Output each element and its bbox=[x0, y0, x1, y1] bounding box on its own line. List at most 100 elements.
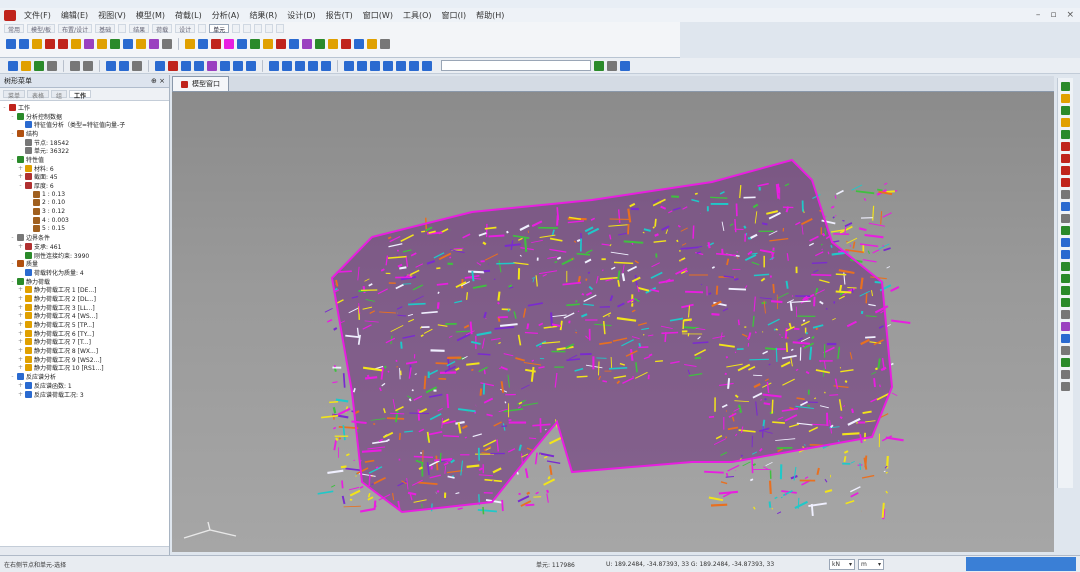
model-member[interactable] bbox=[683, 318, 692, 322]
model-member[interactable] bbox=[793, 466, 797, 481]
menu-file[interactable]: 文件(F) bbox=[22, 10, 53, 21]
model-member[interactable] bbox=[387, 370, 390, 373]
tree-node[interactable]: + 静力荷载工况 9 [WS2...] bbox=[2, 355, 169, 364]
tree-expander-icon[interactable]: + bbox=[18, 356, 23, 363]
view-tool-icon[interactable] bbox=[1061, 106, 1070, 115]
tree-expander-icon[interactable]: + bbox=[18, 165, 23, 172]
view-tool-icon[interactable] bbox=[1061, 226, 1070, 235]
model-member[interactable] bbox=[576, 375, 588, 378]
tree-expander-icon[interactable]: - bbox=[10, 156, 15, 163]
model-member[interactable] bbox=[835, 290, 852, 294]
model-member[interactable] bbox=[524, 331, 538, 335]
toolbar-tool-icon[interactable] bbox=[269, 60, 279, 71]
model-member[interactable] bbox=[621, 273, 626, 282]
view-tool-icon[interactable] bbox=[1061, 322, 1070, 331]
model-member[interactable] bbox=[523, 238, 528, 252]
model-member[interactable] bbox=[763, 402, 771, 406]
model-member[interactable] bbox=[821, 232, 826, 237]
model-member[interactable] bbox=[708, 496, 724, 502]
model-member[interactable] bbox=[775, 347, 778, 362]
tree-node[interactable]: + 截面: 45 bbox=[2, 173, 169, 181]
ribbon-tool-icon[interactable] bbox=[328, 39, 338, 49]
view-tool-icon[interactable] bbox=[1061, 310, 1070, 319]
view-tool-icon[interactable] bbox=[1061, 382, 1070, 391]
model-member[interactable] bbox=[832, 216, 835, 219]
model-member[interactable] bbox=[664, 332, 667, 342]
model-member[interactable] bbox=[692, 225, 695, 239]
tree-expander-icon[interactable]: - bbox=[10, 278, 15, 285]
model-member[interactable] bbox=[864, 455, 868, 468]
model-member[interactable] bbox=[577, 276, 581, 283]
model-member[interactable] bbox=[749, 478, 754, 482]
model-member[interactable] bbox=[335, 437, 339, 442]
ribbon-tab-14[interactable] bbox=[276, 24, 285, 33]
view-tool-icon[interactable] bbox=[1061, 154, 1070, 163]
model-member[interactable] bbox=[366, 374, 370, 378]
model-member[interactable] bbox=[343, 505, 361, 508]
model-member[interactable] bbox=[435, 362, 448, 365]
model-member[interactable] bbox=[396, 366, 399, 368]
model-member[interactable] bbox=[355, 475, 357, 477]
ribbon-tool-icon[interactable] bbox=[6, 39, 16, 49]
model-member[interactable] bbox=[349, 489, 361, 497]
tree-expander-icon[interactable]: + bbox=[18, 382, 23, 389]
toolbar-tool-icon[interactable] bbox=[8, 60, 18, 71]
toolbar-tool-icon[interactable] bbox=[21, 60, 31, 71]
toolbar-tool-icon[interactable] bbox=[594, 60, 604, 71]
tree-node[interactable]: + 反应谱函数: 1 bbox=[2, 381, 169, 390]
ribbon-tool-icon[interactable] bbox=[224, 39, 234, 49]
model-member[interactable] bbox=[784, 327, 788, 339]
model-member[interactable] bbox=[483, 369, 486, 375]
view-tool-icon[interactable] bbox=[1061, 238, 1070, 247]
toolbar-tool-icon[interactable] bbox=[321, 60, 331, 71]
model-member[interactable] bbox=[408, 302, 426, 306]
ribbon-tool-icon[interactable] bbox=[302, 39, 312, 49]
toolbar-tool-icon[interactable] bbox=[70, 60, 80, 71]
toolbar-tool-icon[interactable] bbox=[194, 60, 204, 71]
model-member[interactable] bbox=[340, 465, 347, 469]
view-tool-icon[interactable] bbox=[1061, 262, 1070, 271]
model-member[interactable] bbox=[446, 393, 450, 409]
model-member[interactable] bbox=[417, 409, 421, 421]
tree-node[interactable]: 3 : 0.12 bbox=[2, 207, 169, 216]
model-member[interactable] bbox=[843, 456, 847, 463]
model-member[interactable] bbox=[843, 450, 849, 454]
model-member[interactable] bbox=[617, 279, 621, 287]
model-member[interactable] bbox=[466, 362, 480, 366]
model-member[interactable] bbox=[859, 277, 864, 290]
model-member[interactable] bbox=[488, 234, 505, 238]
menu-design[interactable]: 设计(D) bbox=[285, 10, 317, 21]
tree-node[interactable]: 特征值分析（类型=特征值向量-子 bbox=[2, 120, 169, 129]
tab-model-window[interactable]: 模型窗口 bbox=[172, 76, 229, 91]
model-member[interactable] bbox=[830, 205, 835, 209]
model-member[interactable] bbox=[497, 301, 500, 305]
model-member[interactable] bbox=[539, 345, 542, 348]
model-member[interactable] bbox=[769, 275, 773, 278]
minimize-icon[interactable]: – bbox=[1036, 10, 1041, 20]
model-member[interactable] bbox=[527, 230, 529, 234]
model-member[interactable] bbox=[772, 421, 785, 424]
tree-node[interactable]: 1 : 0.13 bbox=[2, 190, 169, 199]
model-member[interactable] bbox=[816, 467, 820, 476]
model-member[interactable] bbox=[333, 364, 337, 368]
model-member[interactable] bbox=[421, 230, 426, 233]
model-member[interactable] bbox=[819, 359, 822, 363]
model-member[interactable] bbox=[395, 359, 398, 363]
model-member[interactable] bbox=[885, 471, 888, 474]
model-member[interactable] bbox=[465, 292, 469, 300]
tree-node[interactable]: 4 : 0.003 bbox=[2, 216, 169, 225]
model-member[interactable] bbox=[326, 319, 333, 323]
model-member[interactable] bbox=[881, 502, 885, 518]
tree-node[interactable]: - 反应谱分析 bbox=[2, 372, 169, 381]
model-member[interactable] bbox=[364, 376, 378, 380]
tree-node[interactable]: - 质量 bbox=[2, 259, 169, 268]
tree-expander-icon[interactable]: + bbox=[18, 391, 23, 398]
model-member[interactable] bbox=[694, 192, 698, 195]
tree-node[interactable]: + 静力荷载工况 1 [DE...] bbox=[2, 285, 169, 294]
model-member[interactable] bbox=[526, 323, 530, 330]
model-member[interactable] bbox=[623, 240, 644, 244]
model-member[interactable] bbox=[846, 240, 848, 243]
model-member[interactable] bbox=[404, 430, 413, 433]
model-member[interactable] bbox=[531, 359, 535, 362]
view-tool-icon[interactable] bbox=[1061, 250, 1070, 259]
